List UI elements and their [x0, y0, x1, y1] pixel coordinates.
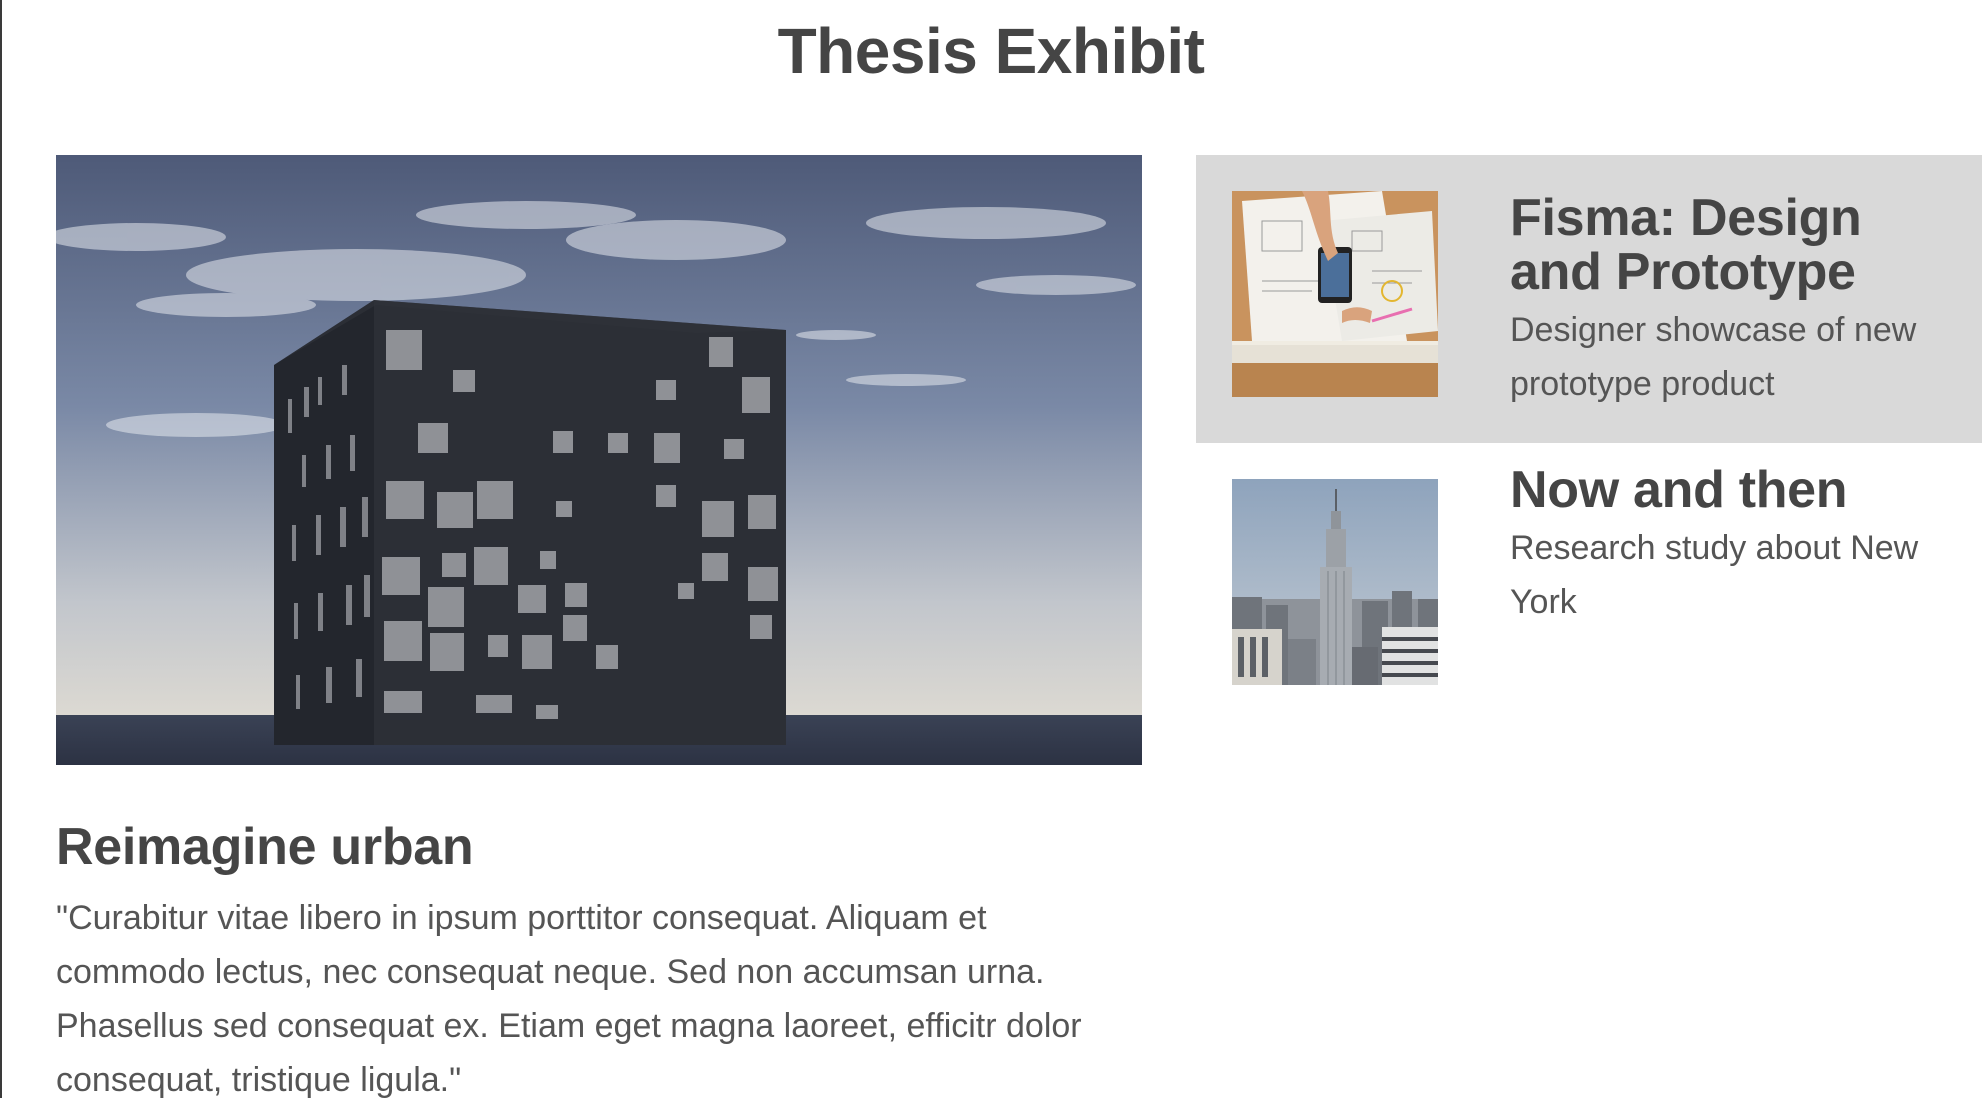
card-text: Fisma: Design and Prototype Designer sho… [1510, 191, 1950, 411]
card-title[interactable]: Now and then [1510, 463, 1950, 517]
feature-description: "Curabitur vitae libero in ipsum porttit… [56, 899, 1082, 1098]
feature-image[interactable] [56, 155, 1142, 765]
window-left-border [0, 0, 2, 1098]
featured-project[interactable]: Reimagine urban "Curabitur vitae libero … [56, 155, 1142, 1098]
feature-title[interactable]: Reimagine urban [56, 821, 1142, 873]
card-thumbnail-new-york[interactable] [1232, 479, 1438, 685]
project-card-fisma[interactable]: Fisma: Design and Prototype Designer sho… [1196, 155, 1982, 443]
card-description: Research study about New York [1510, 529, 1919, 621]
project-card-now-and-then[interactable]: Now and then Research study about New Yo… [1196, 443, 1982, 731]
page-title: Thesis Exhibit [777, 15, 1205, 87]
card-thumbnail-desk-phone[interactable] [1232, 191, 1438, 397]
card-text: Now and then Research study about New Yo… [1510, 463, 1950, 629]
card-title[interactable]: Fisma: Design and Prototype [1510, 191, 1950, 299]
card-description: Designer showcase of new prototype produ… [1510, 311, 1917, 403]
